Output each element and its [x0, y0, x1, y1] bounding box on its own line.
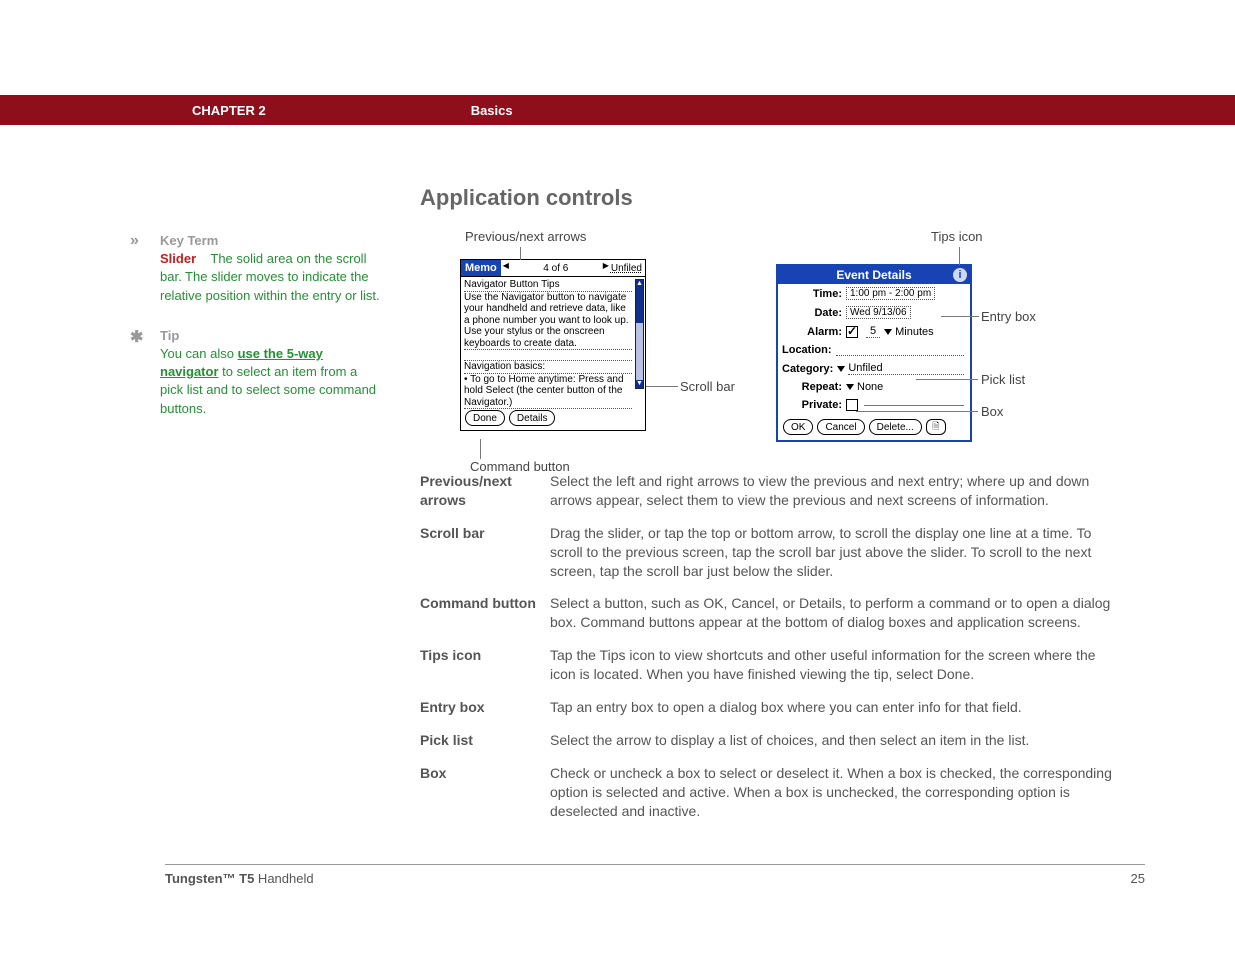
- done-button[interactable]: Done: [465, 410, 505, 426]
- def-term: Pick list: [420, 731, 550, 750]
- location-entry[interactable]: [836, 345, 965, 356]
- alarm-label: Alarm:: [784, 326, 842, 338]
- def-row: Pick list Select the arrow to display a …: [420, 731, 1120, 750]
- annot-cmdbtn: Command button: [470, 459, 570, 474]
- memo-category[interactable]: Unfiled: [611, 260, 645, 276]
- chapter-label: CHAPTER 2: [192, 103, 266, 118]
- time-label: Time:: [784, 288, 842, 300]
- chevron-down-icon[interactable]: [846, 384, 854, 390]
- memo-text: Navigator Button Tips: [464, 279, 632, 292]
- scroll-down-icon[interactable]: ▼: [636, 380, 643, 388]
- details-button[interactable]: Details: [509, 410, 556, 426]
- annot-box: Box: [981, 404, 1003, 419]
- event-details-dialog: Event Details i Time: 1:00 pm - 2:00 pm …: [776, 264, 972, 442]
- def-term: Previous/next arrows: [420, 472, 550, 510]
- cancel-button[interactable]: Cancel: [817, 419, 864, 435]
- memo-text: Use the Navigator button to navigate you…: [464, 292, 632, 351]
- chapter-header: CHAPTER 2 Basics: [0, 95, 1235, 125]
- def-desc: Drag the slider, or tap the top or botto…: [550, 524, 1120, 581]
- def-desc: Select the left and right arrows to view…: [550, 472, 1120, 510]
- memo-app-label: Memo: [461, 260, 501, 276]
- next-arrow-icon[interactable]: ▶: [601, 260, 611, 270]
- def-row: Tips icon Tap the Tips icon to view shor…: [420, 646, 1120, 684]
- section-label: Basics: [471, 103, 513, 118]
- page-title: Application controls: [420, 185, 1155, 211]
- tip-label: Tip: [160, 328, 179, 343]
- chevron-down-icon[interactable]: [884, 329, 892, 335]
- tip-icon: ✱: [130, 327, 160, 418]
- def-desc: Select the arrow to display a list of ch…: [550, 731, 1120, 750]
- alarm-checkbox[interactable]: [846, 326, 858, 338]
- def-term: Entry box: [420, 698, 550, 717]
- annot-entry: Entry box: [981, 309, 1036, 324]
- category-value[interactable]: Unfiled: [848, 362, 964, 375]
- keyterm-term: Slider: [160, 251, 196, 266]
- footer-product-bold: Tungsten™ T5: [165, 871, 254, 886]
- time-entry[interactable]: 1:00 pm - 2:00 pm: [846, 287, 935, 300]
- page-footer: Tungsten™ T5 Handheld 25: [165, 864, 1145, 886]
- repeat-value[interactable]: None: [857, 381, 883, 393]
- annot-tips: Tips icon: [931, 229, 983, 244]
- definitions-table: Previous/next arrows Select the left and…: [420, 472, 1120, 820]
- note-icon[interactable]: 🗎: [926, 419, 946, 435]
- chevron-down-icon[interactable]: [837, 366, 845, 372]
- ok-button[interactable]: OK: [783, 419, 813, 435]
- date-label: Date:: [784, 307, 842, 319]
- def-row: Scroll bar Drag the slider, or tap the t…: [420, 524, 1120, 581]
- page-number: 25: [1131, 871, 1145, 886]
- def-term: Box: [420, 764, 550, 821]
- private-label: Private:: [784, 399, 842, 411]
- footer-product-rest: Handheld: [254, 871, 313, 886]
- scroll-up-icon[interactable]: ▲: [636, 280, 643, 288]
- memo-text: Navigation basics:: [464, 361, 632, 374]
- category-label: Category:: [782, 363, 833, 375]
- annot-pick: Pick list: [981, 372, 1025, 387]
- scroll-thumb[interactable]: [636, 288, 643, 323]
- sidebar: » Key Term Slider The solid area on the …: [130, 125, 420, 834]
- def-desc: Tap the Tips icon to view shortcuts and …: [550, 646, 1120, 684]
- memo-counter: 4 of 6: [511, 260, 601, 276]
- alarm-unit[interactable]: Minutes: [895, 326, 934, 338]
- def-desc: Check or uncheck a box to select or dese…: [550, 764, 1120, 821]
- repeat-label: Repeat:: [784, 381, 842, 393]
- def-term: Tips icon: [420, 646, 550, 684]
- location-label: Location:: [782, 344, 832, 356]
- delete-button[interactable]: Delete...: [869, 419, 922, 435]
- alarm-number[interactable]: 5: [866, 325, 880, 338]
- def-row: Command button Select a button, such as …: [420, 594, 1120, 632]
- tip-pre: You can also: [160, 346, 238, 361]
- keyterm-label: Key Term: [160, 233, 218, 248]
- prev-arrow-icon[interactable]: ◀: [501, 260, 511, 270]
- tips-icon[interactable]: i: [953, 268, 967, 282]
- keyterm-icon: »: [130, 232, 160, 305]
- def-desc: Select a button, such as OK, Cancel, or …: [550, 594, 1120, 632]
- date-entry[interactable]: Wed 9/13/06: [846, 306, 911, 319]
- event-title: Event Details: [836, 268, 911, 282]
- memo-text: • To go to Home anytime: Press and hold …: [464, 374, 632, 410]
- memo-screen: Memo ◀ 4 of 6 ▶ Unfiled Navigator Button…: [460, 259, 646, 431]
- annot-prevnext: Previous/next arrows: [465, 229, 586, 244]
- def-row: Entry box Tap an entry box to open a dia…: [420, 698, 1120, 717]
- def-desc: Tap an entry box to open a dialog box wh…: [550, 698, 1120, 717]
- def-row: Box Check or uncheck a box to select or …: [420, 764, 1120, 821]
- private-checkbox[interactable]: [846, 399, 858, 411]
- scroll-bar[interactable]: ▲ ▼: [635, 279, 644, 389]
- def-term: Scroll bar: [420, 524, 550, 581]
- def-term: Command button: [420, 594, 550, 632]
- annot-scrollbar: Scroll bar: [680, 379, 735, 394]
- def-row: Previous/next arrows Select the left and…: [420, 472, 1120, 510]
